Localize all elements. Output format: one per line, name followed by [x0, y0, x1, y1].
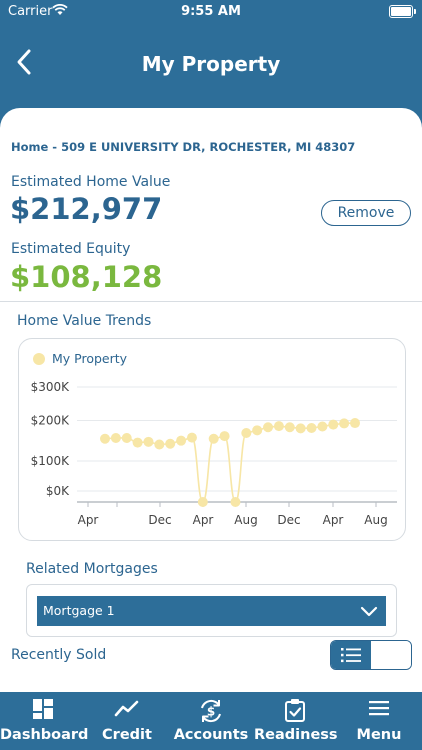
chart-data-point — [186, 432, 197, 443]
chart-data-point — [132, 437, 143, 448]
chart-y-tick-label: $300K — [31, 380, 71, 394]
chart-canvas: $300K $200K $100K $0K Apr Dec Apr Aug Dec Apr Aug M… — [31, 351, 397, 527]
chart-x-tick-label: Apr — [193, 513, 214, 527]
mortgages-title: Related Mortgages — [26, 561, 158, 577]
menu-icon — [368, 698, 390, 722]
chart-data-point — [317, 421, 328, 432]
chart-legend-label: My Property — [52, 351, 128, 366]
chart-y-tick-label: $0K — [46, 484, 70, 498]
chart-data-point — [208, 433, 219, 444]
tab-accounts-label: Accounts — [173, 727, 249, 743]
recently-sold-title: Recently Sold — [11, 647, 107, 663]
tab-readiness-label: Readiness — [254, 727, 338, 743]
chevron-down-icon — [360, 606, 378, 617]
chart-series-line — [104, 422, 356, 503]
tab-readiness[interactable]: Readiness — [254, 692, 338, 750]
chart-data-point — [197, 497, 208, 507]
chart-data-point — [328, 419, 339, 430]
tab-menu[interactable]: Menu — [336, 692, 422, 750]
list-icon — [341, 648, 361, 663]
chart-x-tick-label: Apr — [323, 513, 344, 527]
chart-data-point — [230, 497, 241, 507]
tab-dashboard[interactable]: Dashboard — [0, 692, 89, 750]
remove-button[interactable]: Remove — [321, 200, 411, 226]
chart-data-point — [121, 432, 132, 443]
chart-data-point — [241, 428, 252, 438]
chart-x-tick-label: Aug — [364, 513, 387, 527]
tab-accounts[interactable]: $ Accounts — [168, 692, 254, 750]
chart-x-tick-label: Dec — [277, 513, 300, 527]
status-bar: Carrier 9:55 AM — [0, 0, 422, 24]
chart-legend-marker — [33, 353, 45, 365]
battery-icon — [389, 5, 416, 18]
home-value-label: Estimated Home Value — [11, 174, 171, 190]
chart-data-point — [350, 418, 360, 429]
readiness-icon — [284, 698, 306, 726]
chart-data-point — [273, 421, 284, 432]
chart-data-point — [295, 423, 306, 434]
home-value-chart: $300K $200K $100K $0K Apr Dec Apr Aug Dec Apr Aug M… — [18, 338, 406, 541]
chart-y-tick-label: $100K — [31, 454, 71, 468]
map-view-toggle[interactable] — [371, 641, 411, 669]
nav-header: My Property — [0, 24, 422, 108]
property-address: Home - 509 E UNIVERSITY DR, ROCHESTER, M… — [11, 140, 356, 154]
chart-data-point — [252, 425, 263, 436]
view-toggle — [330, 640, 412, 670]
chart-data-point — [100, 433, 110, 444]
svg-text:$: $ — [207, 705, 215, 719]
chart-data-point — [143, 436, 154, 447]
divider — [0, 301, 422, 302]
equity-label: Estimated Equity — [11, 241, 131, 257]
chart-data-point — [306, 423, 317, 434]
page-title: My Property — [141, 52, 281, 76]
chart-y-tick-label: $200K — [31, 414, 71, 428]
list-view-toggle[interactable] — [331, 641, 371, 669]
tab-dashboard-label: Dashboard — [0, 727, 89, 743]
chart-data-point — [219, 431, 230, 442]
chart-data-point — [165, 438, 176, 449]
tab-credit-label: Credit — [102, 727, 152, 743]
chart-data-point — [110, 432, 121, 443]
mortgage-picker: Mortgage 1 — [26, 584, 397, 637]
accounts-icon: $ — [198, 698, 224, 728]
trends-title: Home Value Trends — [17, 313, 152, 329]
chart-data-point — [263, 422, 274, 433]
equity-value: $108,128 — [10, 260, 163, 294]
chart-data-point — [176, 435, 187, 446]
clock: 9:55 AM — [181, 4, 241, 19]
chart-x-tick-label: Aug — [234, 513, 257, 527]
chart-x-tick-label: Dec — [148, 513, 171, 527]
chart-x-tick-label: Apr — [78, 513, 99, 527]
mortgage-dropdown[interactable]: Mortgage 1 — [37, 596, 386, 626]
property-content: Home - 509 E UNIVERSITY DR, ROCHESTER, M… — [0, 108, 422, 692]
chart-data-point — [339, 418, 350, 429]
chart-data-point — [154, 439, 165, 450]
tab-menu-label: Menu — [356, 727, 402, 743]
tab-credit[interactable]: Credit — [86, 692, 168, 750]
credit-icon — [114, 698, 140, 724]
home-value: $212,977 — [10, 192, 163, 226]
mortgage-selected: Mortgage 1 — [43, 603, 115, 618]
dashboard-icon — [32, 698, 54, 724]
chart-data-point — [284, 422, 295, 433]
tab-bar: Dashboard Credit $ Accounts Readiness Me… — [0, 692, 422, 750]
